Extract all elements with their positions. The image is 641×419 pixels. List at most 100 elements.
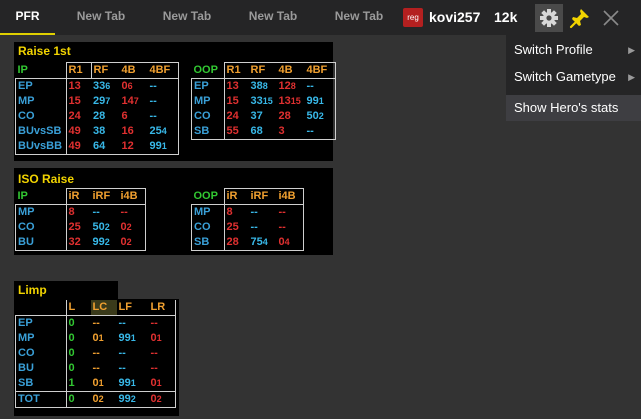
stat-cell: 02: [148, 391, 176, 408]
position-label: SB: [191, 235, 224, 251]
table-row: MP 15 3315 1315 991: [191, 94, 336, 109]
stat-cell: 15: [65, 94, 91, 109]
position-label: CO: [191, 220, 224, 235]
stat-cell: 8: [65, 204, 91, 220]
stat-cell: --: [147, 109, 179, 124]
position-label: MP: [191, 204, 224, 220]
stat-cell: 01: [90, 376, 117, 392]
header-cell: 4BF: [147, 62, 179, 79]
stat-cell: 0: [65, 346, 91, 361]
stat-cell: 15: [223, 94, 249, 109]
stat-cell: 0: [65, 361, 91, 376]
stat-cell: --: [276, 204, 304, 220]
stat-cell: 6: [121, 110, 128, 122]
table-row: EP 0 -- -- --: [15, 315, 176, 331]
stat-cell: 13: [65, 78, 91, 94]
stat-cell: 25: [223, 220, 249, 235]
top-bar: PFR New Tab New Tab New Tab New Tab reg …: [0, 0, 641, 35]
stat-cell: 0: [65, 315, 91, 331]
table-row: BUvsBB 49 64 12 991: [15, 139, 179, 155]
stat-cell: 336: [91, 78, 120, 94]
table-row: BU 0 -- -- --: [15, 361, 176, 376]
stat-cell: 12: [119, 139, 148, 155]
table-row: SB 1 01 991 01: [15, 376, 176, 392]
header-spacer: [16, 300, 67, 316]
stat-cell: 37: [250, 110, 263, 122]
settings-menu: Switch Profile ▶ Switch Gametype ▶ Show …: [506, 33, 641, 121]
stat-cell: --: [148, 315, 176, 331]
stat-cell: 502: [304, 109, 336, 124]
pin-icon[interactable]: [568, 6, 592, 30]
table-row: BUvsSB 49 38 16 254: [15, 124, 179, 139]
stat-cell: 16: [121, 125, 134, 137]
stat-cell: --: [147, 94, 179, 109]
raise-first-oop-table: OOP R1 RF 4B 4BF EP 13 388 128 -- MP 15 …: [191, 62, 336, 140]
stat-cell: 02: [118, 235, 146, 251]
table-row: CO 25 -- --: [191, 220, 304, 235]
stat-cell: 01: [148, 331, 176, 346]
player-type-badge: reg: [403, 8, 423, 27]
stat-cell: --: [90, 204, 119, 220]
limp-table: L LC LF LR EP 0 -- -- -- MP 0 01 991 01 …: [15, 300, 176, 408]
table-row: SB 28 754 04: [191, 235, 304, 251]
stat-cell: 25: [65, 220, 91, 235]
stat-cell: 49: [65, 124, 91, 139]
position-label: EP: [15, 78, 66, 94]
stat-cell: 1315: [278, 95, 301, 107]
table-row: CO 24 37 28 502: [191, 109, 336, 124]
header-cell: LF: [118, 301, 132, 313]
stat-cell: 502: [92, 221, 110, 233]
table-row: MP 15 297 147 --: [15, 94, 179, 109]
menu-item-switch-profile[interactable]: Switch Profile ▶: [506, 37, 641, 63]
ip-label: IP: [17, 189, 28, 202]
header-cell: i4B: [276, 188, 304, 205]
menu-item-label: Show Hero's stats: [514, 100, 619, 115]
stat-cell: 32: [65, 235, 91, 251]
iso-raise-ip-table: IP iR iRF i4B MP 8 -- -- CO 25 502 02 BU…: [15, 188, 146, 251]
stat-cell: 01: [148, 376, 176, 392]
table-row: CO 24 28 6 --: [15, 109, 179, 124]
position-label: BU: [15, 361, 66, 376]
position-label: MP: [15, 331, 66, 346]
tab-new-3[interactable]: New Tab: [232, 0, 314, 35]
stat-cell: --: [304, 124, 336, 140]
stat-cell: 754: [248, 235, 277, 251]
position-label: EP: [191, 78, 224, 94]
stat-cell: 02: [90, 391, 117, 408]
header-cell: R1: [65, 62, 92, 79]
stat-cell: 0: [65, 391, 91, 408]
header-cell: RF: [248, 62, 277, 79]
gear-icon[interactable]: [535, 4, 563, 32]
header-cell: 4BF: [304, 62, 336, 79]
stat-cell: 991: [147, 139, 179, 155]
position-label: TOT: [15, 391, 67, 408]
tab-new-1[interactable]: New Tab: [60, 0, 142, 35]
stat-cell: 55: [223, 124, 249, 140]
menu-item-label: Switch Gametype: [514, 69, 616, 84]
stat-cell: --: [116, 315, 149, 331]
position-label: BU: [15, 235, 66, 251]
table-row: EP 13 388 128 --: [191, 78, 336, 94]
table-row: SB 55 68 3 --: [191, 124, 336, 140]
stat-cell: 01: [92, 332, 104, 344]
chevron-right-icon: ▶: [628, 72, 635, 82]
close-icon[interactable]: [599, 6, 623, 30]
position-label: MP: [15, 204, 66, 220]
hand-count: 12k: [494, 9, 518, 25]
chevron-right-icon: ▶: [628, 45, 635, 55]
header-cell: L: [65, 300, 91, 316]
stat-cell: 28: [223, 235, 249, 251]
menu-item-switch-gametype[interactable]: Switch Gametype ▶: [506, 64, 641, 90]
stat-cell: 991: [116, 376, 149, 392]
stat-cell: 297: [93, 95, 111, 107]
stat-cell: 28: [93, 110, 106, 122]
stat-cell: 28: [278, 110, 291, 122]
menu-item-label: Switch Profile: [514, 42, 593, 57]
tab-pfr[interactable]: PFR: [0, 0, 55, 35]
raise-first-title: Raise 1st: [18, 44, 71, 58]
menu-item-show-heros-stats[interactable]: Show Hero's stats: [506, 95, 641, 121]
stat-cell: --: [148, 361, 176, 376]
tab-new-2[interactable]: New Tab: [146, 0, 228, 35]
tab-new-4[interactable]: New Tab: [318, 0, 400, 35]
stat-cell: --: [90, 315, 117, 331]
